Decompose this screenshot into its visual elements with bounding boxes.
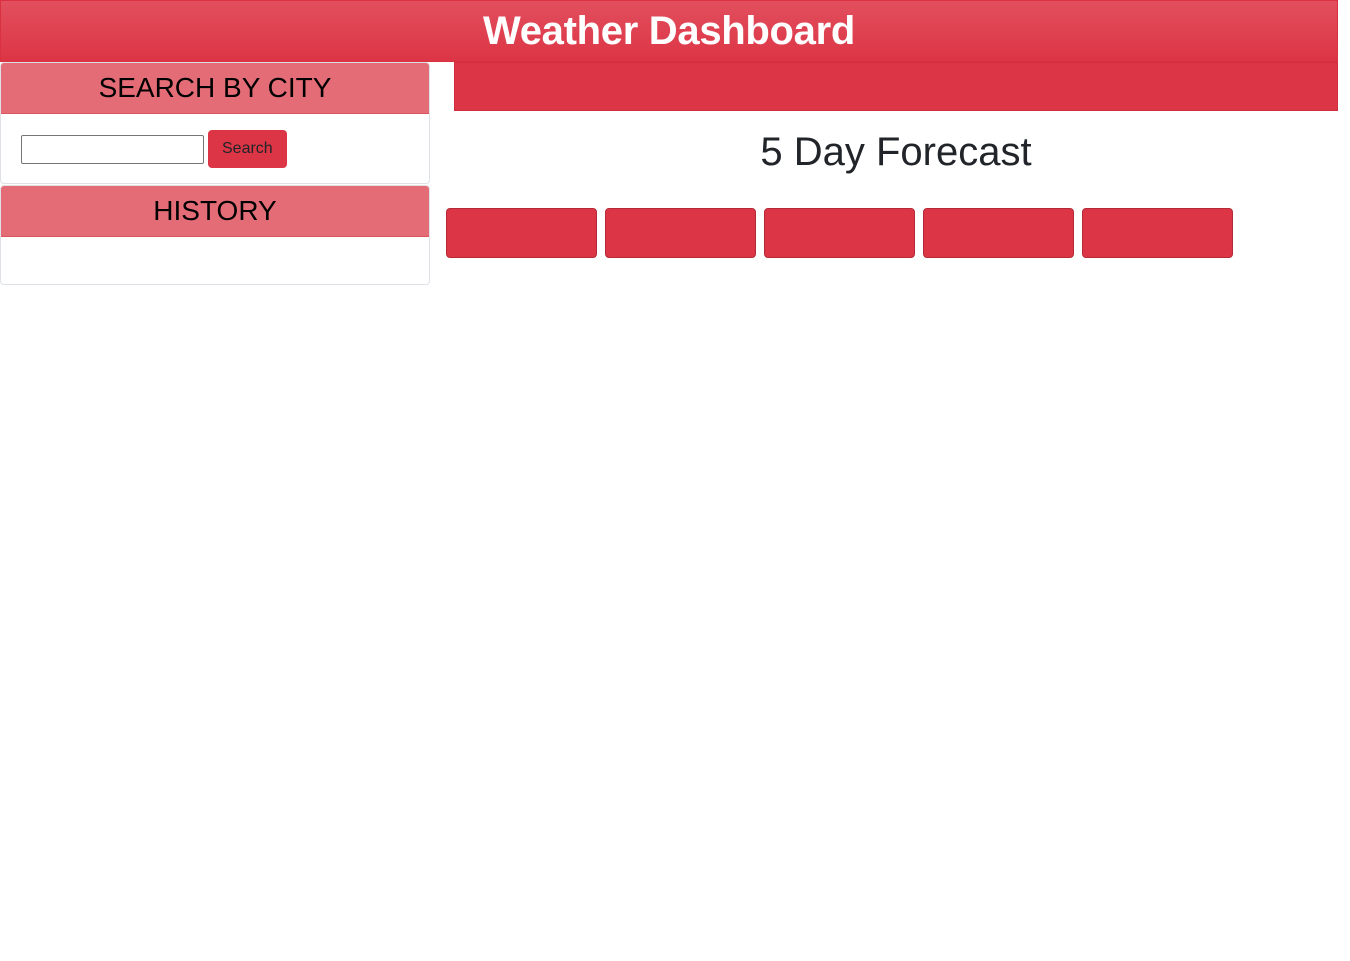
history-panel: HISTORY xyxy=(0,185,430,285)
app-header: Weather Dashboard xyxy=(0,0,1338,62)
forecast-card-day-3 xyxy=(764,208,915,258)
forecast-card-day-4 xyxy=(923,208,1074,258)
current-weather-banner xyxy=(454,62,1338,111)
forecast-card-day-2 xyxy=(605,208,756,258)
city-search-input[interactable] xyxy=(21,134,204,164)
search-button[interactable]: Search xyxy=(208,130,287,168)
forecast-cards xyxy=(446,208,1233,258)
search-panel-header: SEARCH BY CITY xyxy=(1,63,429,114)
forecast-card-day-5 xyxy=(1082,208,1233,258)
page-title: Weather Dashboard xyxy=(482,9,856,53)
history-panel-title: HISTORY xyxy=(153,195,277,226)
search-panel-title: SEARCH BY CITY xyxy=(98,72,332,103)
forecast-card-day-1 xyxy=(446,208,597,258)
search-form: Search xyxy=(1,114,429,183)
forecast-title: 5 Day Forecast xyxy=(760,130,1032,174)
history-list xyxy=(1,237,429,284)
search-panel: SEARCH BY CITY Search xyxy=(0,62,430,184)
history-panel-header: HISTORY xyxy=(1,186,429,237)
